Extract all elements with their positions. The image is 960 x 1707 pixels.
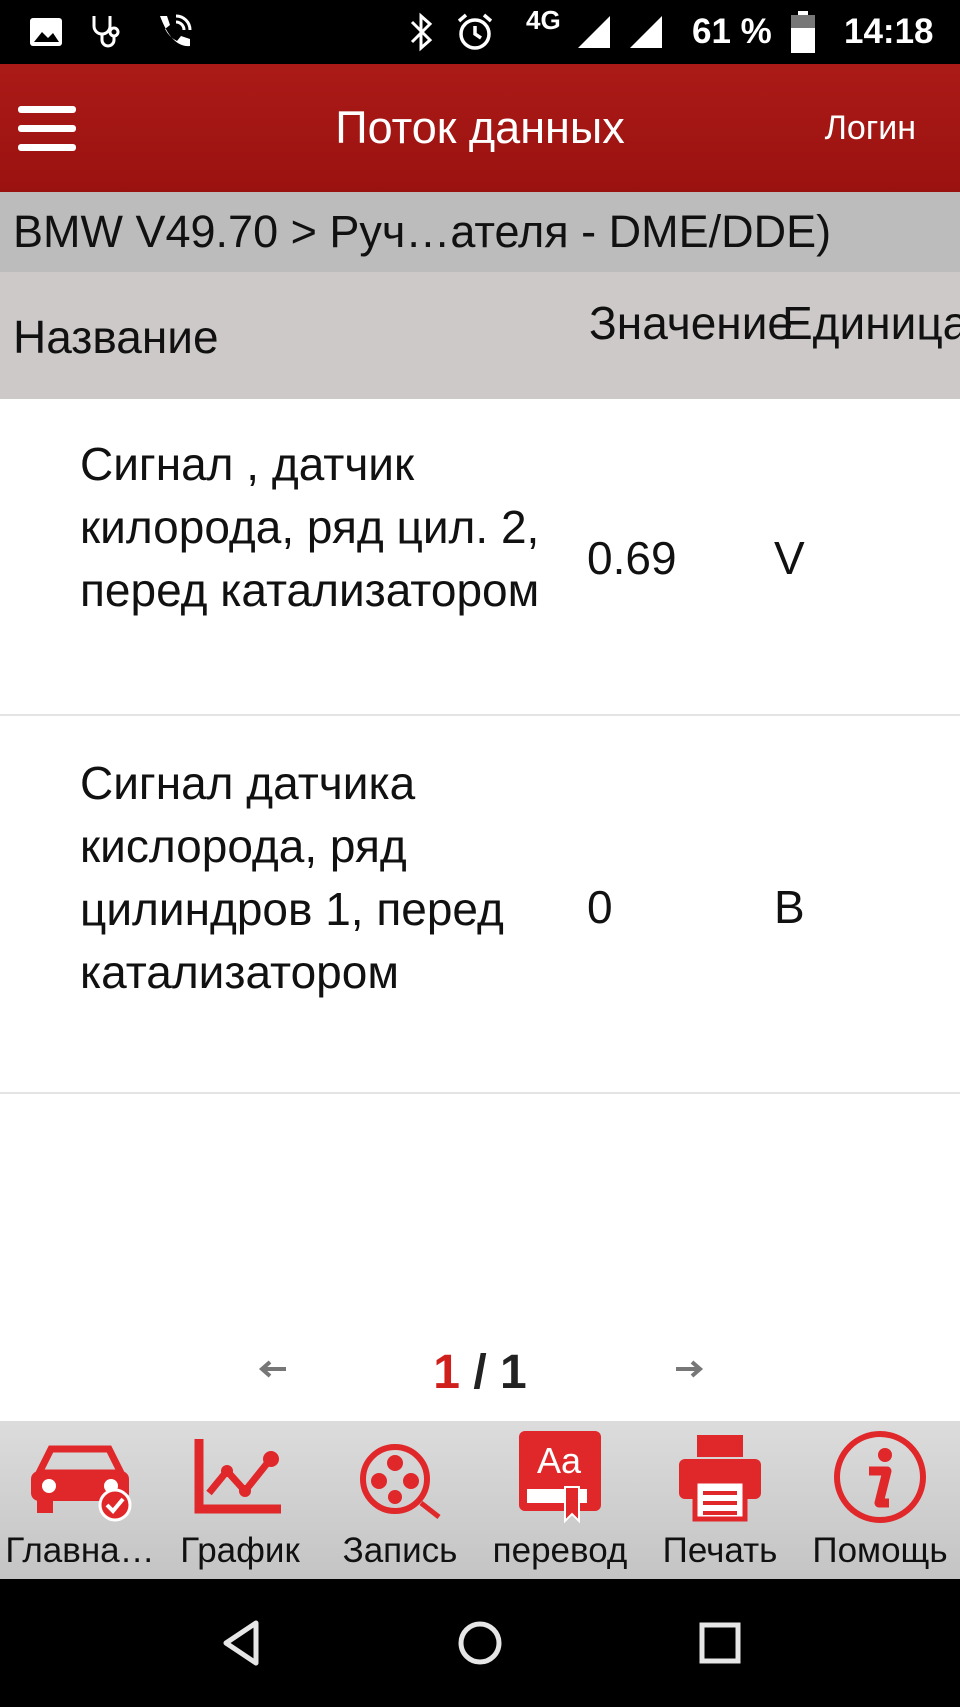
status-bar: 4G 61 % 14:18	[0, 0, 960, 64]
toolbar-label: График	[180, 1531, 300, 1570]
row-unit: В	[774, 881, 805, 933]
translate-icon: Aa	[505, 1429, 615, 1525]
page-separator: /	[473, 1346, 487, 1399]
row-value: 0	[587, 881, 613, 933]
hamburger-icon	[18, 106, 76, 113]
app-bar: Поток данных Логин	[0, 64, 960, 192]
toolbar-label: Запись	[342, 1531, 458, 1570]
column-header-value: Значение	[589, 297, 793, 349]
page-indicator: 1 / 1	[0, 1345, 960, 1400]
row-name: Сигнал , датчик килорода, ряд цил. 2, пе…	[80, 438, 540, 616]
record-button[interactable]: Запись	[320, 1421, 480, 1579]
page-title: Поток данных	[335, 102, 625, 153]
phone-wifi-icon	[152, 0, 196, 64]
current-page: 1	[433, 1346, 460, 1399]
print-button[interactable]: Печать	[640, 1421, 800, 1579]
translate-button[interactable]: Aa перевод	[480, 1421, 640, 1579]
table-row[interactable]: Сигнал датчика кислорода, ряд цилиндров …	[0, 716, 960, 1094]
total-pages: 1	[500, 1346, 527, 1399]
printer-icon	[665, 1429, 775, 1525]
recents-square-icon	[699, 1622, 741, 1664]
column-header-unit: Единица	[782, 297, 960, 349]
hamburger-icon-line	[18, 144, 76, 151]
signal-icon	[628, 0, 664, 64]
row-unit: V	[774, 532, 805, 584]
battery-percent: 61 %	[692, 12, 772, 51]
toolbar-label: Главна…	[5, 1531, 155, 1570]
network-type: 4G	[526, 4, 561, 35]
clock: 14:18	[844, 12, 934, 51]
bluetooth-icon	[406, 0, 438, 64]
toolbar-label: перевод	[492, 1531, 628, 1570]
table-row[interactable]: Сигнал , датчик килорода, ряд цил. 2, пе…	[0, 399, 960, 716]
stethoscope-icon	[88, 0, 128, 64]
info-icon	[825, 1429, 935, 1525]
alarm-icon	[454, 0, 496, 64]
film-reel-icon	[345, 1429, 455, 1525]
graph-icon	[185, 1429, 295, 1525]
hamburger-icon-line	[18, 125, 76, 132]
battery-icon	[790, 0, 816, 64]
image-icon	[28, 0, 64, 64]
home-circle-icon	[458, 1621, 502, 1665]
home-button[interactable]: Главна…	[0, 1421, 160, 1579]
menu-button[interactable]	[14, 102, 80, 156]
recents-button[interactable]	[690, 1613, 750, 1673]
pagination: 1 / 1	[0, 1345, 960, 1405]
toolbar-label: Печать	[662, 1531, 778, 1570]
login-button[interactable]: Логин	[825, 64, 916, 192]
back-triangle-icon	[223, 1620, 259, 1666]
svg-text:Aa: Aa	[537, 1440, 582, 1481]
column-header-name: Название	[13, 311, 219, 363]
help-button[interactable]: Помощь	[800, 1421, 960, 1579]
navigation-bar	[0, 1579, 960, 1707]
row-value: 0.69	[587, 532, 677, 584]
home-nav-button[interactable]	[450, 1613, 510, 1673]
next-page-button[interactable]	[668, 1349, 708, 1389]
row-name: Сигнал датчика кислорода, ряд цилиндров …	[80, 757, 504, 998]
back-button[interactable]	[212, 1613, 272, 1673]
car-check-icon	[25, 1429, 135, 1525]
table-header: Название Значение Единица	[0, 272, 960, 399]
toolbar-label: Помощь	[812, 1531, 948, 1570]
bottom-toolbar: Главна… График Запись Aa перевод Печать …	[0, 1421, 960, 1579]
arrow-right-icon	[676, 1360, 704, 1378]
breadcrumb: BMW V49.70 > Руч…ателя - DME/DDE)	[0, 192, 960, 272]
data-stream-list: Сигнал , датчик килорода, ряд цил. 2, пе…	[0, 399, 960, 1094]
graph-button[interactable]: График	[160, 1421, 320, 1579]
signal-icon	[576, 0, 612, 64]
